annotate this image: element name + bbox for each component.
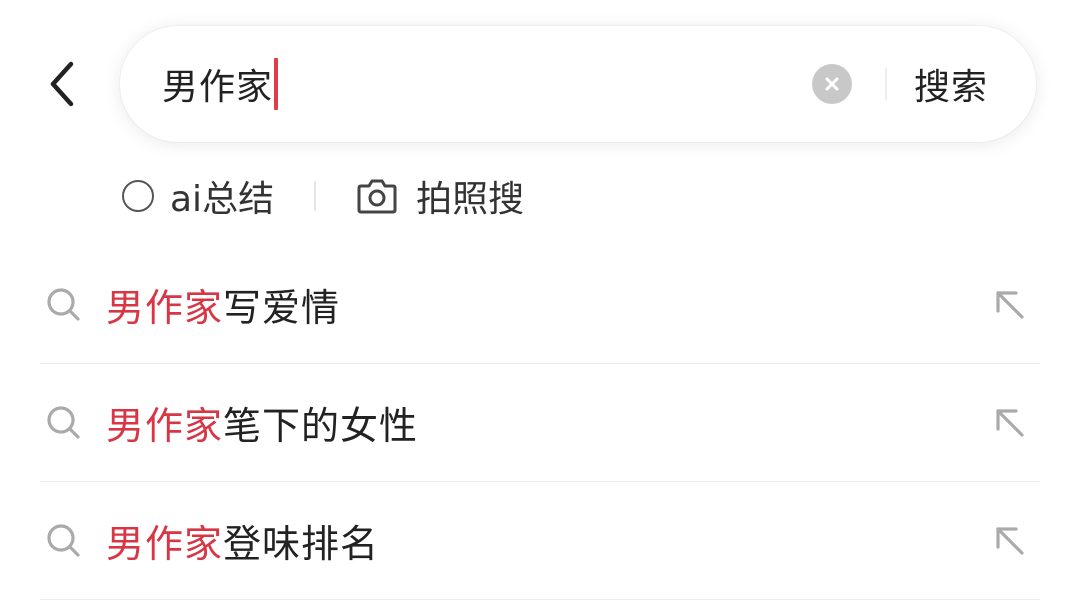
search-input[interactable]: 男作家 xyxy=(162,26,279,142)
arrow-up-left-icon xyxy=(996,409,1024,437)
clear-button[interactable] xyxy=(812,64,852,104)
suggestion-highlight: 男作家 xyxy=(106,404,224,448)
clear-circle-icon xyxy=(825,77,839,91)
search-query-text: 男作家 xyxy=(162,67,274,108)
search-button[interactable]: 搜索 xyxy=(914,26,988,142)
suggestion-text: 男作家写爱情 xyxy=(106,277,340,332)
fill-query-button[interactable] xyxy=(988,401,1032,445)
search-divider xyxy=(885,68,887,100)
camera-icon xyxy=(356,177,398,215)
chevron-left-icon xyxy=(50,61,74,107)
suggestion-highlight: 男作家 xyxy=(106,522,224,566)
fill-query-button[interactable] xyxy=(988,283,1032,327)
search-page: 男作家 搜索 ai总结 拍照搜 男作家写爱情 男作家笔下的女性 男作家登味排名 xyxy=(0,0,1080,605)
suggestion-highlight: 男作家 xyxy=(106,286,224,330)
search-options: ai总结 拍照搜 xyxy=(122,168,524,224)
suggestion-item[interactable]: 男作家登味排名 xyxy=(40,482,1040,600)
search-box: 男作家 搜索 xyxy=(120,26,1036,142)
suggestion-text: 男作家笔下的女性 xyxy=(106,395,418,450)
text-caret xyxy=(274,58,279,110)
ai-summary-toggle[interactable]: ai总结 xyxy=(122,170,274,222)
radio-circle-icon xyxy=(122,180,154,212)
suggestion-rest: 登味排名 xyxy=(223,522,380,566)
back-button[interactable] xyxy=(38,56,86,112)
options-divider xyxy=(314,181,317,211)
suggestion-list: 男作家写爱情 男作家笔下的女性 男作家登味排名 xyxy=(40,246,1040,600)
arrow-up-left-icon xyxy=(996,527,1024,555)
search-icon xyxy=(42,283,86,327)
ai-summary-label: ai总结 xyxy=(170,179,275,220)
search-icon xyxy=(42,519,86,563)
search-icon xyxy=(42,401,86,445)
arrow-up-left-icon xyxy=(996,291,1024,319)
suggestion-rest: 笔下的女性 xyxy=(223,404,419,448)
suggestion-item[interactable]: 男作家笔下的女性 xyxy=(40,364,1040,482)
photo-search-button[interactable]: 拍照搜 xyxy=(356,170,524,222)
suggestion-text: 男作家登味排名 xyxy=(106,513,379,568)
photo-search-label: 拍照搜 xyxy=(416,179,525,220)
suggestion-rest: 写爱情 xyxy=(223,286,341,330)
suggestion-item[interactable]: 男作家写爱情 xyxy=(40,246,1040,364)
fill-query-button[interactable] xyxy=(988,519,1032,563)
